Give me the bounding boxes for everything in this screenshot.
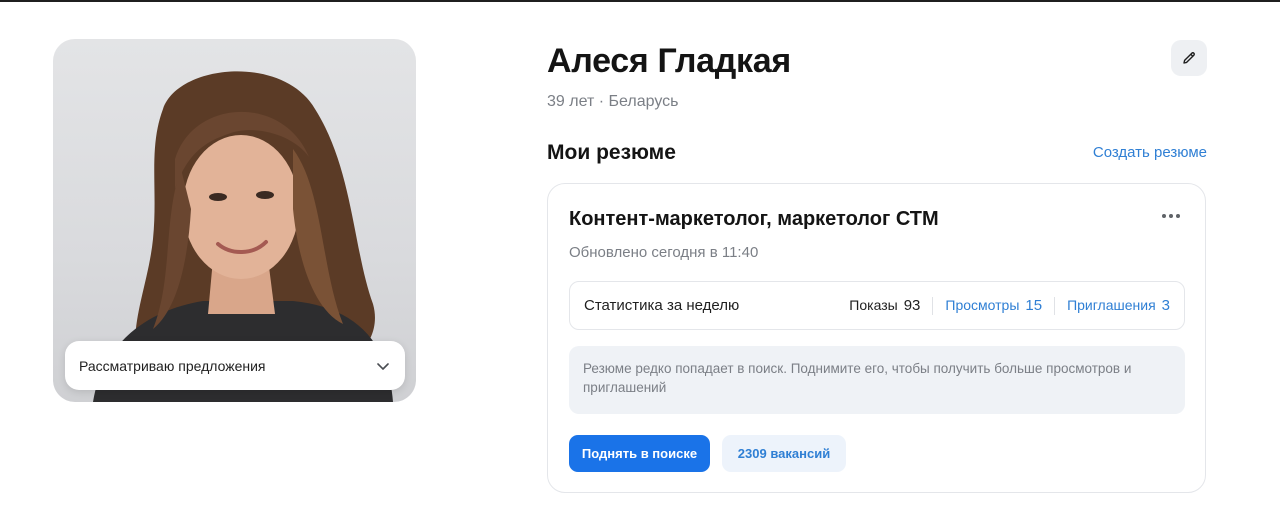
job-status-value: Рассматриваю предложения	[79, 357, 266, 374]
weekly-stats: Статистика за неделю Показы 93 Просмотры…	[569, 281, 1185, 330]
resume-more-button[interactable]	[1159, 206, 1183, 226]
resume-updated: Обновлено сегодня в 11:40	[569, 244, 759, 261]
stat-impressions-value: 93	[903, 297, 921, 314]
raise-in-search-button[interactable]: Поднять в поиске	[569, 435, 710, 472]
stat-impressions-label: Показы	[849, 297, 898, 313]
vacancies-button[interactable]: 2309 вакансий	[722, 435, 846, 472]
resume-card[interactable]: Контент-маркетолог, маркетолог СТМ Обнов…	[547, 183, 1206, 493]
stat-views-label: Просмотры	[945, 297, 1020, 313]
create-resume-link[interactable]: Создать резюме	[1093, 144, 1207, 161]
resume-tip: Резюме редко попадает в поиск. Поднимите…	[569, 346, 1185, 414]
profile-meta: 39 лет · Беларусь	[547, 93, 679, 110]
chevron-down-icon	[377, 362, 389, 370]
stat-invites-value: 3	[1161, 297, 1170, 314]
more-dots-icon	[1162, 214, 1180, 218]
my-resumes-title: Мои резюме	[547, 141, 676, 164]
pencil-icon	[1183, 52, 1195, 64]
edit-profile-button[interactable]	[1171, 40, 1207, 76]
stat-invites[interactable]: Приглашения 3	[1067, 297, 1170, 314]
stat-divider	[1054, 296, 1056, 315]
stat-views-value: 15	[1025, 297, 1043, 314]
stat-views[interactable]: Просмотры 15	[945, 297, 1042, 314]
profile-name: Алеся Гладкая	[547, 42, 791, 80]
window-top-border	[0, 0, 1280, 2]
stats-label: Статистика за неделю	[584, 297, 740, 314]
stat-divider	[932, 296, 934, 315]
stat-invites-label: Приглашения	[1067, 297, 1156, 313]
stat-impressions: Показы 93	[849, 297, 920, 314]
job-status-select[interactable]: Рассматриваю предложения	[65, 341, 405, 390]
resume-title[interactable]: Контент-маркетолог, маркетолог СТМ	[569, 208, 939, 231]
